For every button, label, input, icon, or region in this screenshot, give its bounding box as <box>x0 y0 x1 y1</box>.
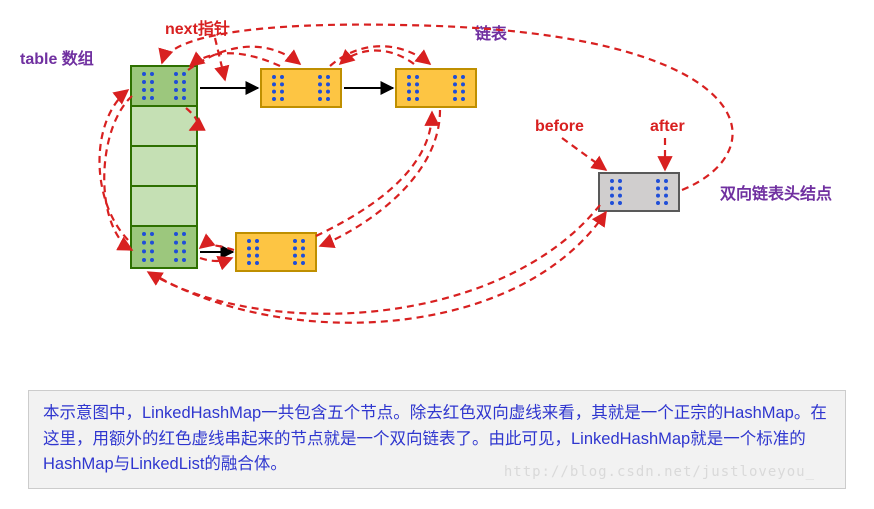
node-1 <box>260 68 342 108</box>
dll-t4s-to-n3 <box>200 258 232 261</box>
dll-n3-to-n2 <box>316 112 432 236</box>
linkedhashmap-diagram: table 数组 next指针 链表 before after 双向链表头结点 <box>0 0 874 370</box>
dll-n2-to-n1-top <box>340 51 414 65</box>
dll-t4-to-head <box>160 212 606 323</box>
node-3 <box>235 232 317 272</box>
label-table-array: table 数组 <box>20 45 94 69</box>
caption-box: 本示意图中，LinkedHashMap一共包含五个节点。除去红色双向虚线来看，其… <box>28 390 846 489</box>
dll-n1-to-t0-top <box>190 53 280 66</box>
dll-t0-to-n1-top <box>188 47 300 70</box>
dll-t4-left-up <box>100 90 129 240</box>
table-slot-1 <box>132 107 196 147</box>
table-array <box>130 65 198 269</box>
dll-head-node <box>598 172 680 212</box>
dll-head-to-t4 <box>148 205 600 314</box>
table-slot-0 <box>132 67 196 107</box>
label-dll-head: 双向链表头结点 <box>720 180 832 204</box>
dll-n2-to-n3 <box>320 110 440 246</box>
table-slot-2 <box>132 147 196 187</box>
dll-n1-to-n2-top <box>330 46 430 66</box>
node-2 <box>395 68 477 108</box>
label-next-pointer: next指针 <box>165 15 230 39</box>
ptr-label-next <box>215 38 225 80</box>
dll-n3-to-t4s <box>200 245 234 250</box>
label-linked-list: 链表 <box>475 20 507 44</box>
label-after: after <box>650 118 685 136</box>
label-before: before <box>535 118 584 136</box>
dll-t0-left-down <box>104 96 132 250</box>
table-slot-3 <box>132 187 196 227</box>
table-slot-4 <box>132 227 196 267</box>
ptr-label-before <box>562 138 606 170</box>
watermark: http://blog.csdn.net/justloveyou_ <box>504 462 815 484</box>
